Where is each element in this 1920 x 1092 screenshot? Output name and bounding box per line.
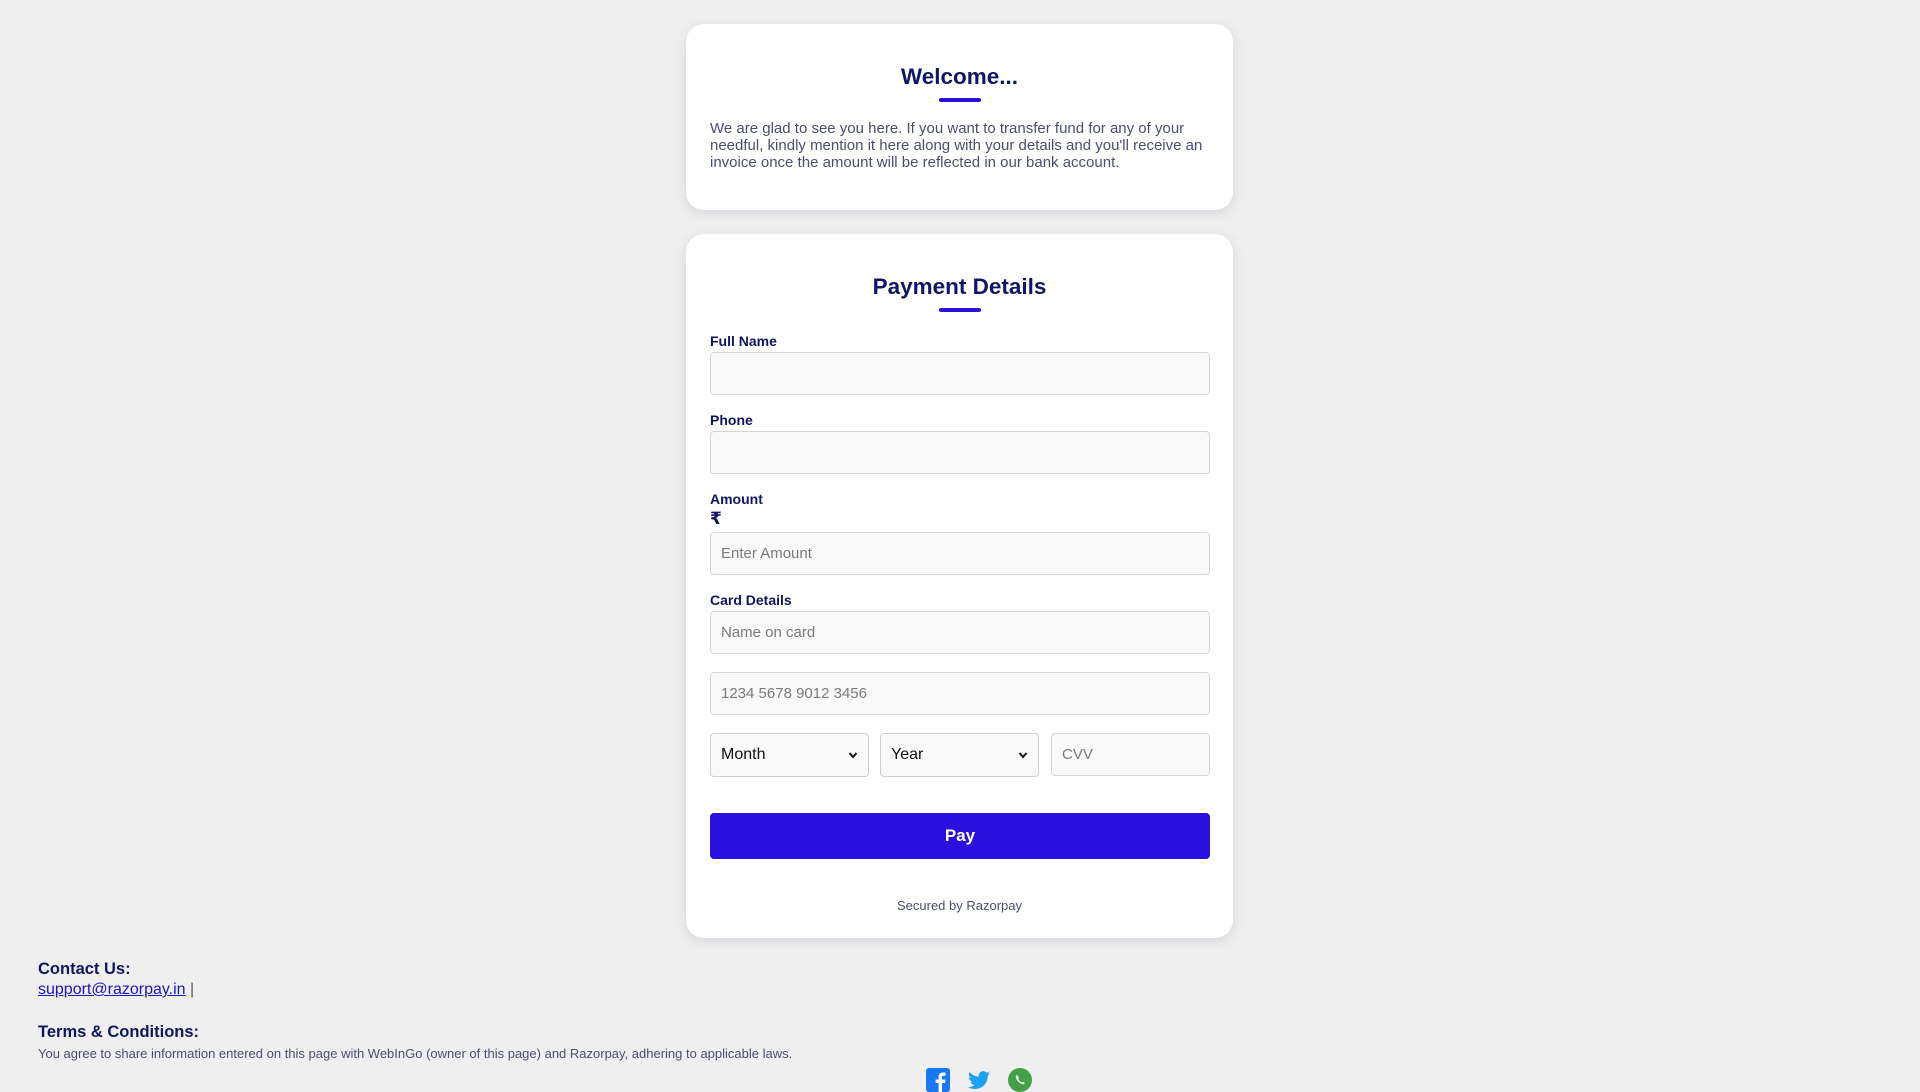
amount-input[interactable] [710,532,1210,575]
year-select[interactable]: Year [880,733,1039,777]
welcome-text: We are glad to see you here. If you want… [710,120,1203,171]
phone-label: Phone [710,412,753,428]
facebook-icon[interactable] [926,1068,950,1092]
phone-input[interactable] [710,431,1210,474]
payment-title-underline [938,308,981,312]
secured-by-text: Secured by Razorpay [896,898,1022,913]
month-select-value: Month [721,746,766,763]
year-select-value: Year [891,746,924,763]
terms-heading: Terms & Conditions: [38,1023,200,1041]
name-on-card-input[interactable] [710,611,1210,654]
social-icons [926,1068,1032,1092]
amount-label: Amount [710,491,763,507]
welcome-title: Welcome... [900,64,1019,89]
month-select[interactable]: Month [710,733,869,777]
contact-separator: | [190,981,195,998]
full-name-label: Full Name [710,333,777,349]
payment-card: Payment Details Full Name Phone Amount ₹… [686,234,1233,938]
twitter-icon[interactable] [967,1068,991,1092]
footer: Contact Us: support@razorpay.in | Terms … [38,960,1338,1061]
contact-line: support@razorpay.in | [38,981,1338,999]
pay-button[interactable]: Pay [710,813,1210,859]
welcome-card: Welcome... We are glad to see you here. … [686,24,1233,210]
card-details-label: Card Details [710,592,792,608]
contact-heading: Contact Us: [38,960,131,978]
welcome-title-underline [938,98,981,102]
cvv-input[interactable] [1051,733,1210,776]
rupee-icon: ₹ [710,509,722,528]
payment-title: Payment Details [872,274,1047,299]
chevron-down-icon [1018,752,1028,759]
full-name-input[interactable] [710,352,1210,395]
terms-text: You agree to share information entered o… [38,1046,793,1061]
chevron-down-icon [848,752,858,759]
whatsapp-icon[interactable] [1008,1068,1032,1092]
card-number-input[interactable] [710,672,1210,715]
contact-email-link[interactable]: support@razorpay.in [38,981,186,998]
